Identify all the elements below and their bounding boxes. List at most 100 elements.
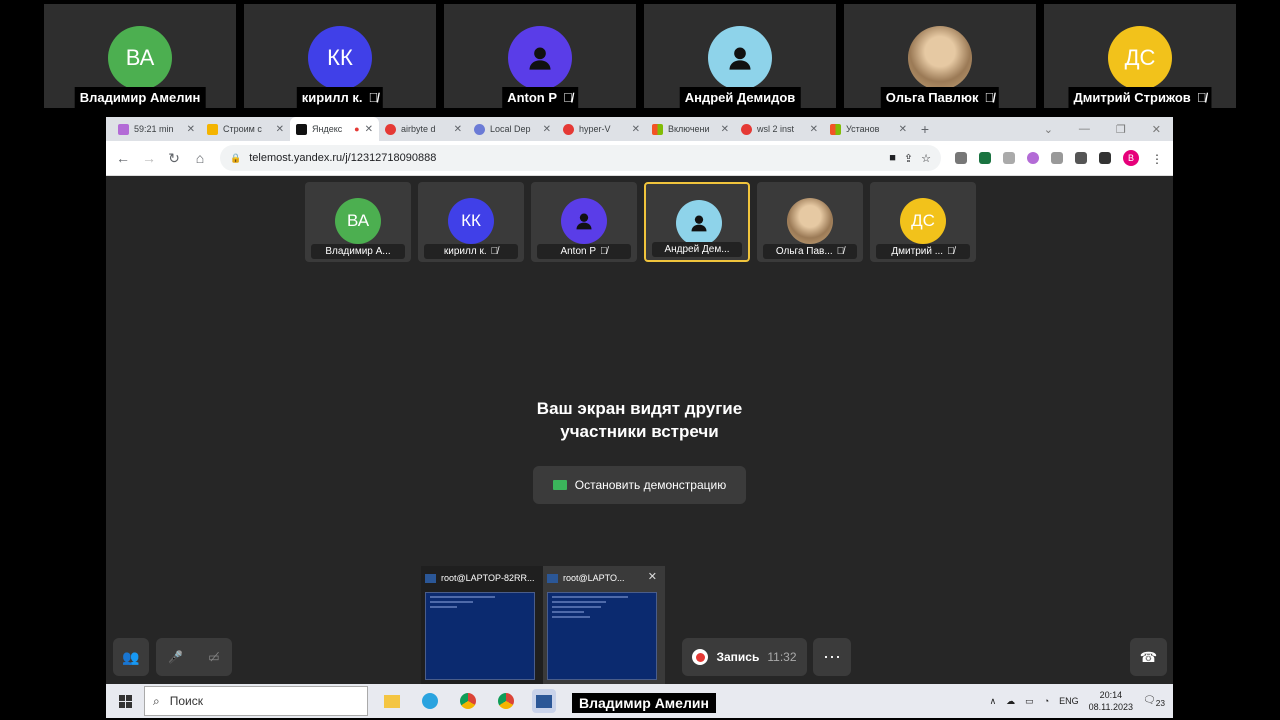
more-button[interactable]: ⋯ bbox=[813, 638, 851, 676]
language-indicator[interactable]: ENG bbox=[1059, 696, 1079, 706]
person-icon bbox=[691, 215, 707, 232]
tab-title: hyper-V bbox=[579, 124, 611, 134]
close-icon[interactable]: ✕ bbox=[276, 124, 284, 135]
tab-title: Строим с bbox=[223, 124, 262, 134]
powershell-icon[interactable] bbox=[532, 689, 556, 713]
participant-tile[interactable]: ДС Дмитрий ... 🎙̸ bbox=[870, 182, 976, 262]
close-icon[interactable]: ✕ bbox=[365, 124, 373, 135]
participant-tile[interactable]: Anton P 🎙̸ bbox=[531, 182, 637, 262]
search-input[interactable]: ⌕ Поиск bbox=[144, 686, 368, 716]
mic-muted-icon: 🎙̸ bbox=[563, 90, 573, 105]
participant-tile[interactable]: ВА Владимир Амелин bbox=[44, 4, 236, 108]
chrome-icon[interactable] bbox=[456, 689, 480, 713]
tab-favicon bbox=[385, 123, 396, 135]
participant-tile[interactable]: Ольга Павлюк 🎙̸ bbox=[844, 4, 1036, 108]
browser-tab[interactable]: Установ ✕ bbox=[824, 117, 913, 141]
participant-name: Дмитрий ... 🎙̸ bbox=[876, 244, 970, 259]
participant-tile[interactable]: КК кирилл к. 🎙̸ bbox=[244, 4, 436, 108]
tab-favicon bbox=[118, 123, 129, 135]
participant-tile-selected[interactable]: Андрей Дем... bbox=[644, 182, 750, 262]
close-window-icon[interactable]: ✕ bbox=[1152, 123, 1161, 136]
close-icon[interactable]: ✕ bbox=[810, 124, 818, 135]
browser-tab[interactable]: Local Dep ✕ bbox=[468, 117, 557, 141]
file-explorer-icon[interactable] bbox=[380, 689, 404, 713]
reload-icon[interactable]: ↻ bbox=[168, 150, 180, 167]
inner-participant-strip: ВА Владимир А... КК кирилл к. 🎙̸ Anton P 🎙… bbox=[305, 182, 976, 262]
tab-title: Local Dep bbox=[490, 124, 531, 134]
window-thumbnail[interactable]: root@LAPTO... ✕ bbox=[543, 566, 665, 684]
hang-up-button[interactable]: ☎ bbox=[1130, 638, 1167, 676]
chevron-down-icon[interactable]: ⌄ bbox=[1044, 123, 1053, 136]
url-field[interactable]: 🔒 telemost.yandex.ru/j/12312718090888 ■ … bbox=[220, 145, 941, 171]
record-icon bbox=[692, 649, 709, 665]
wifi-icon[interactable]: ◔ bbox=[1044, 696, 1049, 706]
chevron-up-icon[interactable]: ∧ bbox=[990, 696, 997, 707]
extension-icon[interactable] bbox=[955, 152, 967, 164]
name-label: Ольга Павлюк bbox=[885, 90, 979, 105]
extension-icon[interactable] bbox=[979, 152, 991, 164]
participant-tile[interactable]: ВА Владимир А... bbox=[305, 182, 411, 262]
tab-bar: 59:21 min ✕ Строим с ✕ Яндекс ● ✕ airbyte d ✕… bbox=[106, 117, 1173, 141]
restore-icon[interactable]: ❐ bbox=[1116, 123, 1126, 136]
add-participant-button[interactable]: 👥 bbox=[113, 638, 149, 676]
browser-tab[interactable]: airbyte d ✕ bbox=[379, 117, 468, 141]
extension-icon[interactable] bbox=[1051, 152, 1063, 164]
telegram-icon[interactable] bbox=[418, 689, 442, 713]
browser-tab[interactable]: hyper-V ✕ bbox=[557, 117, 646, 141]
browser-tab[interactable]: 59:21 min ✕ bbox=[112, 117, 201, 141]
participant-tile[interactable]: КК кирилл к. 🎙̸ bbox=[418, 182, 524, 262]
close-icon[interactable]: ✕ bbox=[632, 124, 640, 135]
stop-sharing-button[interactable]: Остановить демонстрацию bbox=[533, 466, 746, 504]
forward-icon[interactable]: → bbox=[142, 150, 156, 166]
add-user-icon: 👥 bbox=[122, 648, 140, 665]
chrome-icon[interactable] bbox=[494, 689, 518, 713]
tab-title: airbyte d bbox=[401, 124, 436, 134]
home-icon[interactable]: ⌂ bbox=[194, 150, 206, 166]
browser-tab[interactable]: Строим с ✕ bbox=[201, 117, 290, 141]
microphone-icon[interactable]: 🎤 bbox=[168, 650, 183, 664]
search-icon: ⌕ bbox=[153, 693, 160, 708]
clock[interactable]: 20:14 08.11.2023 bbox=[1089, 689, 1133, 713]
participant-name: Anton P 🎙̸ bbox=[537, 244, 631, 259]
battery-icon[interactable]: ▭ bbox=[1025, 696, 1034, 707]
browser-tab[interactable]: Включени ✕ bbox=[646, 117, 735, 141]
terminal-preview bbox=[547, 592, 657, 680]
camera-icon[interactable]: ■ bbox=[889, 152, 896, 164]
sidebar-icon[interactable] bbox=[1099, 152, 1111, 164]
browser-tab-active[interactable]: Яндекс ● ✕ bbox=[290, 117, 379, 141]
participant-tile[interactable]: Ольга Пав... 🎙̸ bbox=[757, 182, 863, 262]
extension-icon[interactable] bbox=[1027, 152, 1039, 164]
profile-avatar[interactable]: В bbox=[1123, 150, 1139, 166]
windows-icon bbox=[118, 694, 132, 708]
puzzle-icon[interactable] bbox=[1075, 152, 1087, 164]
close-icon[interactable]: ✕ bbox=[648, 570, 657, 583]
close-icon[interactable]: ✕ bbox=[187, 124, 195, 135]
menu-icon[interactable]: ⋮ bbox=[1151, 152, 1163, 166]
onedrive-icon[interactable]: ☁ bbox=[1006, 696, 1015, 707]
new-tab-button[interactable]: + bbox=[913, 121, 937, 137]
close-icon[interactable]: ✕ bbox=[721, 124, 729, 135]
participant-name: Андрей Демидов bbox=[679, 87, 801, 108]
name-label: кирилл к. bbox=[443, 246, 487, 257]
participant-tile[interactable]: ДС Дмитрий Стрижов 🎙̸ bbox=[1044, 4, 1236, 108]
camera-off-icon[interactable]: ▭̸ bbox=[208, 650, 219, 664]
window-thumbnail[interactable]: root@LAPTOP-82RR... bbox=[421, 566, 543, 684]
name-label: Дмитрий Стрижов bbox=[1073, 90, 1191, 105]
star-icon[interactable]: ☆ bbox=[921, 152, 931, 165]
share-message-line: участники встречи bbox=[560, 422, 719, 441]
close-icon[interactable]: ✕ bbox=[899, 124, 907, 135]
record-button[interactable]: Запись 11:32 bbox=[682, 638, 807, 676]
share-icon[interactable]: ⇪ bbox=[904, 152, 913, 165]
mic-muted-icon: 🎙̸ bbox=[947, 246, 955, 257]
participant-tile[interactable]: Anton P 🎙̸ bbox=[444, 4, 636, 108]
notification-icon[interactable]: 🗨23 bbox=[1143, 695, 1165, 708]
participant-tile[interactable]: Андрей Демидов bbox=[644, 4, 836, 108]
browser-tab[interactable]: wsl 2 inst ✕ bbox=[735, 117, 824, 141]
close-icon[interactable]: ✕ bbox=[454, 124, 462, 135]
extension-icon[interactable] bbox=[1003, 152, 1015, 164]
minimize-icon[interactable]: — bbox=[1079, 123, 1090, 136]
start-button[interactable] bbox=[106, 694, 144, 708]
close-icon[interactable]: ✕ bbox=[543, 124, 551, 135]
back-icon[interactable]: ← bbox=[116, 150, 130, 166]
stop-sharing-label: Остановить демонстрацию bbox=[574, 478, 727, 492]
